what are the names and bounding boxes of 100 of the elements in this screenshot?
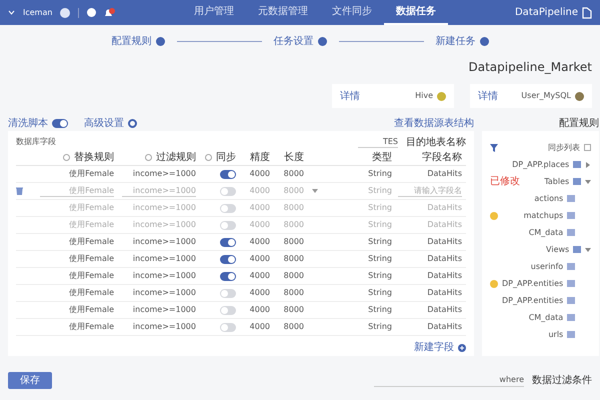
caret-icon: [312, 189, 318, 193]
length-cell: 8000: [284, 219, 304, 231]
add-field-link[interactable]: 新建字段: [414, 340, 454, 355]
type-cell: String: [368, 219, 392, 231]
table-icon: [567, 263, 576, 270]
sync-toggle[interactable]: [220, 272, 236, 280]
table-icon: [573, 246, 582, 253]
field-name: DataHits: [427, 168, 462, 180]
sync-toggle[interactable]: [220, 254, 236, 264]
tree-item[interactable]: CM_data: [528, 226, 564, 238]
details-link[interactable]: 详情: [478, 88, 498, 104]
filter-cell: income>=1000: [132, 236, 196, 248]
precision-cell: 4000: [250, 236, 270, 248]
radio-icon[interactable]: [145, 154, 152, 160]
tree-item[interactable]: urls: [548, 328, 564, 340]
bell-icon[interactable]: [104, 8, 116, 18]
logo-text: DataPipeline: [514, 6, 578, 20]
radio-icon[interactable]: [205, 154, 212, 160]
column-header: 字段名称: [422, 150, 462, 164]
table-caption: 数据库字段: [16, 136, 56, 148]
page-title: Datapipeline_Market: [468, 59, 592, 76]
tree-item[interactable]: matchups: [524, 210, 564, 222]
replace-cell: 使用Female: [69, 287, 114, 299]
field-label: 目的地表名称: [406, 136, 466, 150]
field-name: DataHits: [427, 202, 462, 214]
table-icon: [567, 331, 576, 338]
caret-icon[interactable]: [585, 162, 592, 168]
checkbox-icon[interactable]: [584, 144, 592, 151]
length-cell: 8000: [284, 185, 304, 197]
filter-cell: income>=1000: [132, 202, 196, 214]
table-icon: [573, 161, 582, 168]
where-field[interactable]: where: [374, 374, 524, 386]
step-icon: [480, 37, 488, 46]
column-header: 类型: [372, 150, 392, 164]
replace-cell: 使用Female: [69, 219, 114, 231]
type-cell: String: [368, 304, 392, 316]
precision-cell: 4000: [250, 321, 270, 333]
step-label: 新建任务: [436, 34, 476, 49]
details-link[interactable]: 详情: [340, 88, 360, 104]
save-button[interactable]: 保存: [8, 372, 52, 389]
length-cell: 8000: [284, 304, 304, 316]
plus-icon[interactable]: [458, 344, 466, 352]
precision-cell: 4000: [250, 253, 270, 265]
script-toggle[interactable]: [52, 119, 68, 128]
column-header: 同步: [216, 150, 236, 164]
step-icon: [156, 37, 164, 46]
type-cell: String: [368, 202, 392, 214]
advanced-settings-link[interactable]: 高级设置: [84, 116, 124, 131]
destination-field[interactable]: TES: [358, 136, 398, 148]
schema-link[interactable]: 查看数据源表结构: [394, 116, 474, 131]
tree-item[interactable]: userinfo: [530, 260, 564, 272]
source-name: User_MySQL: [521, 90, 571, 102]
length-cell: 8000: [284, 236, 304, 248]
caret-icon[interactable]: [585, 246, 592, 252]
table-icon: [567, 280, 576, 287]
sync-toggle[interactable]: [220, 238, 236, 246]
filter-icon[interactable]: [490, 144, 498, 152]
logo-icon: [582, 6, 592, 18]
precision-cell: 4000: [250, 219, 270, 231]
tree-header: 同步列表: [548, 142, 580, 154]
type-cell: String: [368, 168, 392, 180]
step-icon: [318, 37, 326, 46]
sync-toggle[interactable]: [220, 170, 236, 178]
replace-cell: 使用Female: [69, 253, 114, 265]
nav-tab[interactable]: 用户管理: [182, 0, 246, 25]
field-name: DataHits: [427, 304, 462, 316]
step-label: 配置规则: [112, 34, 152, 49]
table-icon: [567, 297, 576, 304]
nav-tab[interactable]: 数据任务: [384, 0, 448, 25]
caret-icon[interactable]: [585, 178, 592, 184]
nav-tab[interactable]: 元数据管理: [246, 0, 320, 25]
sync-toggle[interactable]: [220, 306, 236, 314]
tree-item[interactable]: DP_APP.entities: [502, 294, 564, 306]
tree-item[interactable]: CM_data: [528, 312, 564, 324]
nav-tab[interactable]: 文件同步: [320, 0, 384, 25]
tree-item[interactable]: DP_APP.places: [512, 158, 570, 170]
sync-toggle[interactable]: [220, 288, 236, 298]
length-cell: 8000: [284, 287, 304, 299]
replace-cell: 使用Female: [69, 321, 114, 333]
caret-icon[interactable]: [8, 10, 15, 15]
column-header: 过滤规则: [156, 150, 196, 164]
toggle-label: 清洗脚本: [8, 116, 48, 131]
radio-icon[interactable]: [63, 154, 70, 160]
field-name: DataHits: [427, 287, 462, 299]
precision-cell: 4000: [250, 287, 270, 299]
length-cell: 8000: [284, 168, 304, 180]
replace-cell: 使用Female: [69, 270, 114, 282]
tree-item[interactable]: actions: [534, 192, 564, 204]
filter-cell: income>=1000: [132, 253, 196, 265]
tree-item[interactable]: DP_APP.entities: [502, 278, 564, 290]
field-name: DataHits: [427, 253, 462, 265]
avatar-icon: [60, 8, 70, 18]
replace-cell: 使用Female: [69, 168, 114, 180]
precision-cell: 4000: [250, 185, 270, 197]
tree-item[interactable]: Views: [546, 244, 570, 256]
user-name[interactable]: Iceman: [23, 6, 52, 18]
precision-cell: 4000: [250, 168, 270, 180]
filter-cell: income>=1000: [132, 219, 196, 231]
tree-item[interactable]: Tables: [544, 176, 570, 188]
sync-toggle[interactable]: [220, 322, 236, 332]
